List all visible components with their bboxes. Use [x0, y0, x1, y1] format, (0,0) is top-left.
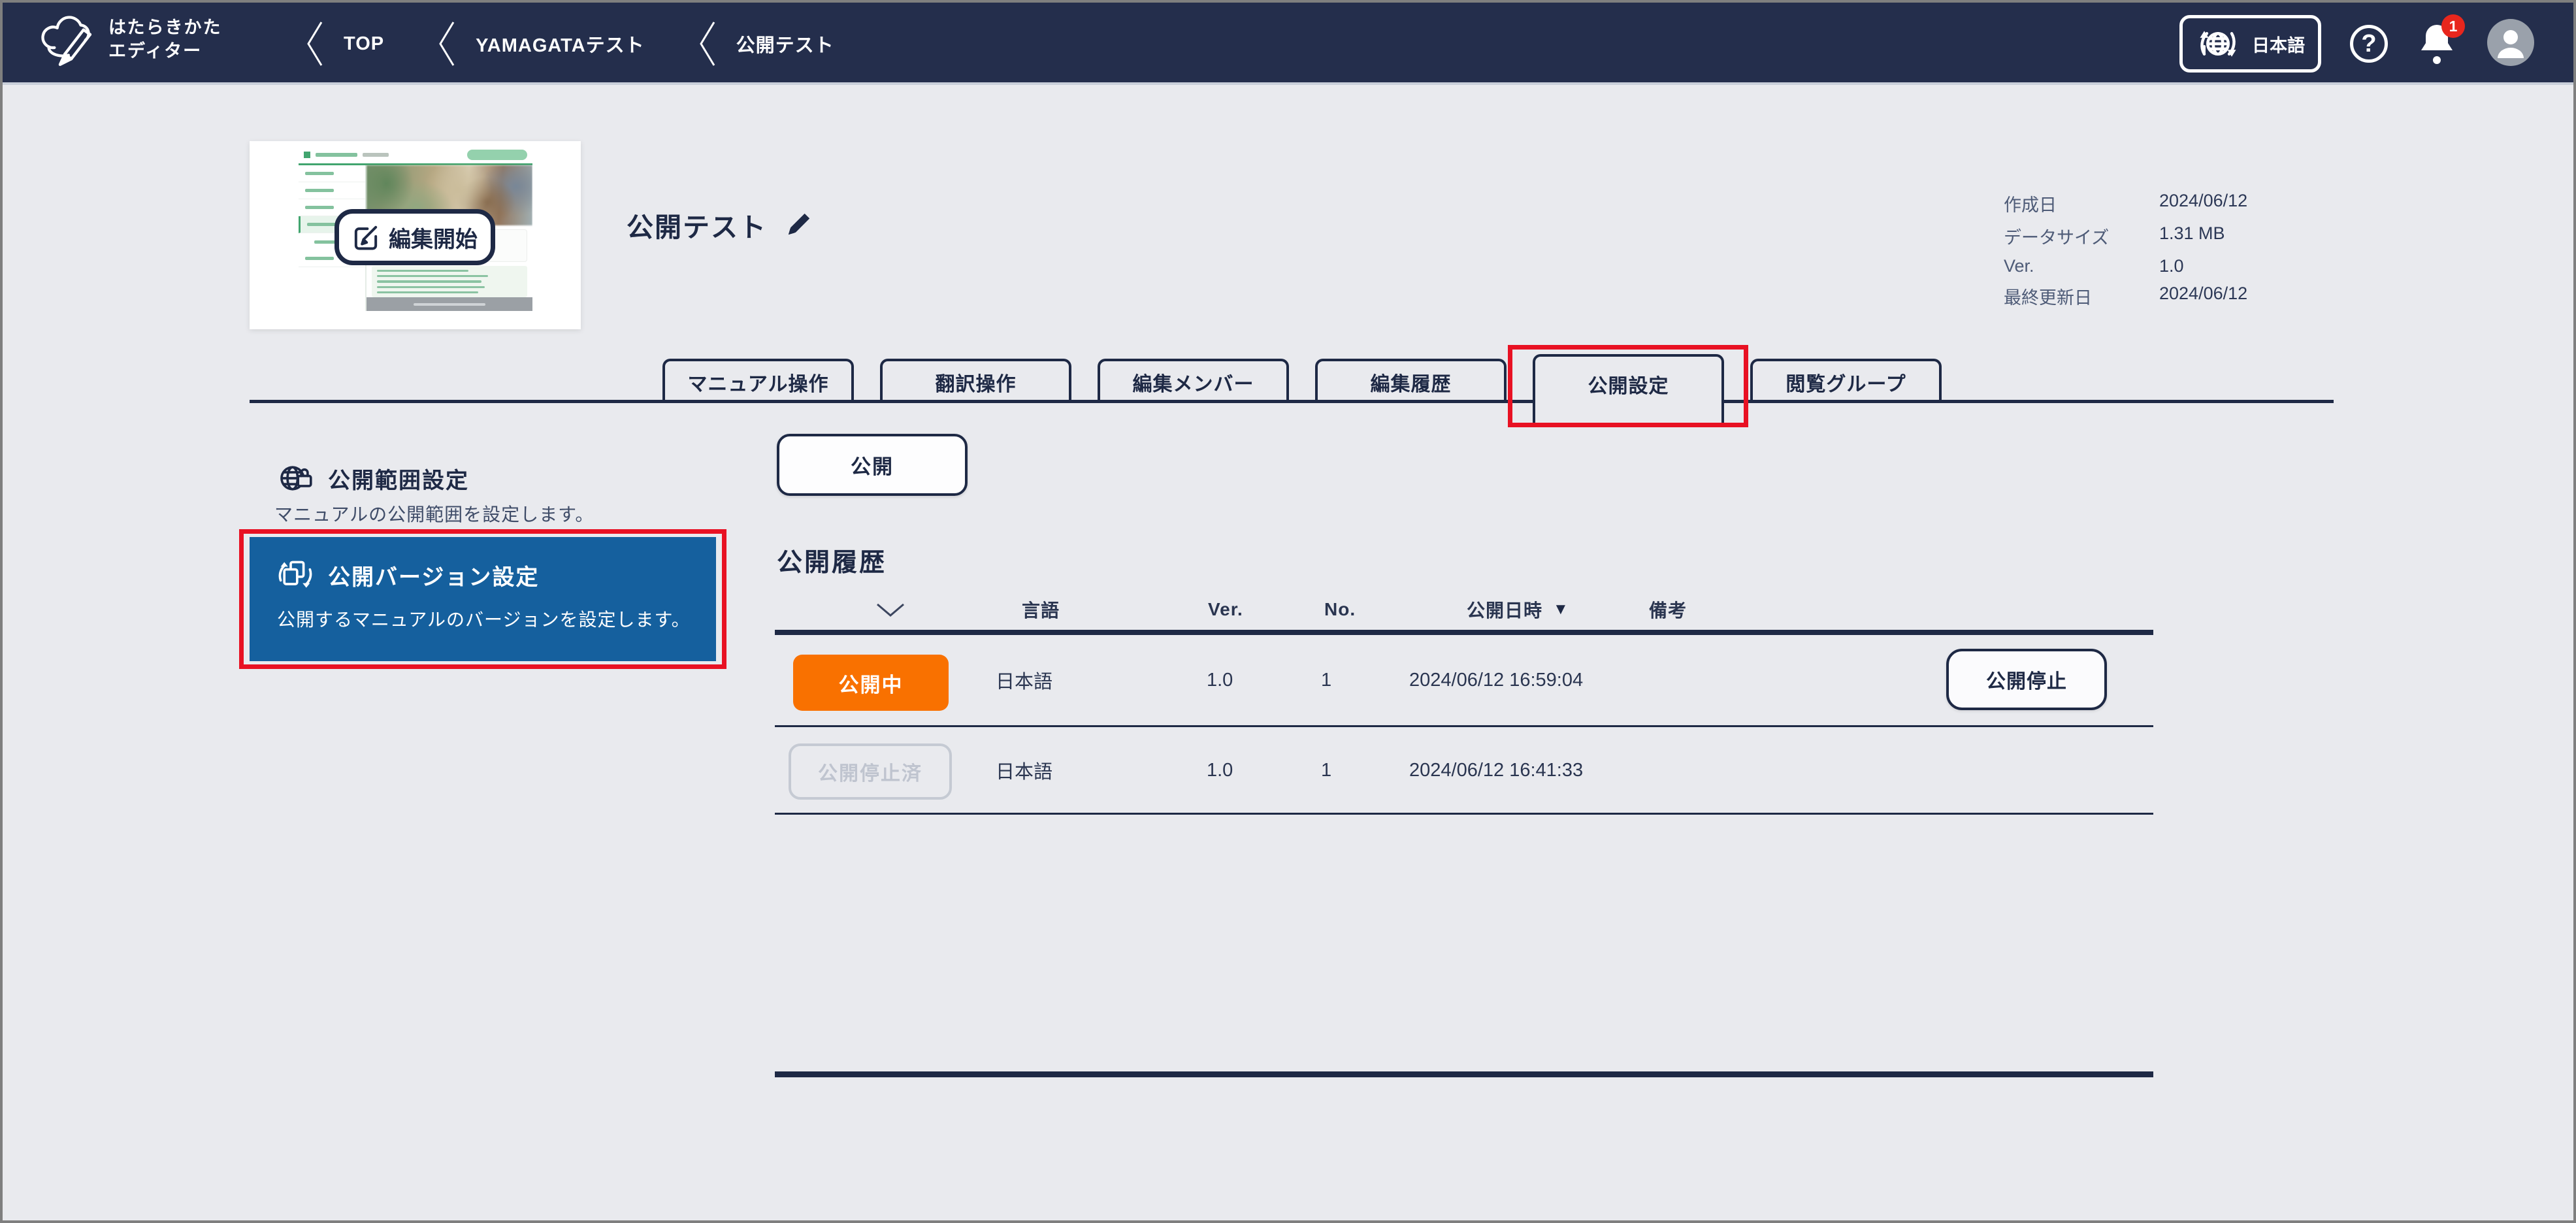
chevron-left-icon: [699, 22, 715, 66]
globe-sync-icon: [2200, 31, 2236, 57]
cell-number: 1: [1321, 759, 1332, 781]
notification-bell-icon[interactable]: 1: [2417, 14, 2465, 67]
cloud-pencil-logo-icon: [41, 16, 92, 66]
table-row: 公開中 日本語 1.0 1 2024/06/12 16:59:04 公開停止: [777, 638, 2153, 723]
breadcrumb-item-publish-test[interactable]: 公開テスト: [697, 20, 834, 68]
edit-square-icon: [354, 225, 378, 250]
avatar[interactable]: [2486, 18, 2535, 71]
col-header-note: 備考: [1649, 600, 1687, 621]
doc-title-row: 公開テスト: [627, 205, 813, 244]
col-header-published-at[interactable]: 公開日時 ▼: [1467, 589, 1569, 630]
history-table-header: 言語 Ver. No. 公開日時 ▼ 備考: [777, 589, 2153, 630]
rename-button[interactable]: [784, 210, 813, 239]
tab-manual-operation[interactable]: マニュアル操作: [662, 359, 854, 403]
cell-version: 1.0: [1207, 669, 1233, 691]
thumb-header: [299, 146, 532, 163]
pencil-icon: [788, 213, 810, 235]
user-icon: [2487, 18, 2534, 66]
notification-count-badge: 1: [2441, 14, 2465, 38]
col-header-number: No.: [1324, 599, 1356, 619]
meta-label: Ver.: [2004, 256, 2034, 276]
publish-history-title: 公開履歴: [777, 549, 887, 577]
cell-language: 日本語: [996, 672, 1053, 693]
topbar-actions: 日本語 ? 1: [2179, 3, 2535, 85]
version-sync-icon: [278, 561, 312, 588]
status-badge-unpublished: 公開停止済: [789, 743, 952, 800]
cell-published-at: 2024/06/12 16:41:33: [1409, 759, 1584, 781]
table-header-divider: [775, 630, 2153, 635]
table-bottom-divider: [775, 1071, 2153, 1077]
topbar: はたらきかた エディター TOP YAMAGATAテスト 公開テスト 日本語 ?…: [3, 3, 2573, 85]
language-button[interactable]: 日本語: [2179, 15, 2321, 73]
app-window: はたらきかた エディター TOP YAMAGATAテスト 公開テスト 日本語 ?…: [0, 0, 2576, 1223]
help-icon[interactable]: ?: [2350, 25, 2388, 63]
unpublish-button[interactable]: 公開停止: [1946, 649, 2107, 710]
table-row: 公開停止済 日本語 1.0 1 2024/06/12 16:41:33: [777, 728, 2153, 813]
app-logo[interactable]: はたらきかた エディター: [37, 9, 221, 69]
cell-published-at: 2024/06/12 16:59:04: [1409, 669, 1584, 691]
chevron-left-icon: [439, 22, 455, 66]
row-divider: [775, 813, 2153, 815]
tabbar-underline: [250, 400, 2334, 403]
expand-chevron-icon[interactable]: [875, 589, 906, 630]
meta-label: 最終更新日: [2004, 288, 2092, 308]
row-divider: [775, 725, 2153, 727]
sidebar-item-publish-version[interactable]: 公開バージョン設定 公開するマニュアルのバージョンを設定します。: [250, 537, 716, 661]
thumb-link-list: [372, 266, 527, 297]
app-name: はたらきかた エディター: [108, 18, 222, 61]
publish-button[interactable]: 公開: [777, 434, 968, 496]
cell-language: 日本語: [996, 762, 1053, 783]
page-title: 公開テスト: [627, 212, 767, 242]
col-header-language: 言語: [1022, 600, 1060, 621]
tab-edit-members[interactable]: 編集メンバー: [1098, 359, 1289, 403]
cell-version: 1.0: [1207, 759, 1233, 781]
cell-number: 1: [1321, 669, 1332, 691]
sidebar-item-publish-scope-desc: マニュアルの公開範囲を設定します。: [274, 504, 595, 525]
col-header-version: Ver.: [1208, 599, 1243, 619]
sort-desc-icon: ▼: [1553, 600, 1569, 618]
document-meta: 作成日 2024/06/12 データサイズ 1.31 MB Ver. 1.0 最…: [2004, 191, 2247, 309]
chevron-left-icon: [307, 22, 323, 66]
meta-value: 1.31 MB: [2159, 223, 2225, 243]
tab-edit-history[interactable]: 編集履歴: [1315, 359, 1507, 403]
meta-label: 作成日: [2004, 195, 2057, 215]
status-badge-published: 公開中: [793, 655, 949, 711]
breadcrumb-item-top[interactable]: TOP: [304, 20, 384, 68]
meta-value: 2024/06/12: [2159, 191, 2248, 210]
globe-lock-icon: [280, 466, 312, 491]
thumb-footer: [367, 297, 532, 311]
tab-view-groups[interactable]: 閲覧グループ: [1750, 359, 1942, 403]
meta-value: 1.0: [2159, 256, 2184, 276]
edit-start-button[interactable]: 編集開始: [334, 209, 495, 265]
tab-translation[interactable]: 翻訳操作: [880, 359, 1071, 403]
tab-publish-settings[interactable]: 公開設定: [1533, 354, 1724, 426]
meta-label: データサイズ: [2004, 228, 2110, 248]
meta-value: 2024/06/12: [2159, 284, 2248, 303]
breadcrumb-item-yamagata-test[interactable]: YAMAGATAテスト: [436, 20, 645, 68]
breadcrumb: TOP YAMAGATAテスト 公開テスト: [304, 3, 834, 85]
sidebar-item-publish-scope[interactable]: 公開範囲設定: [277, 460, 469, 497]
